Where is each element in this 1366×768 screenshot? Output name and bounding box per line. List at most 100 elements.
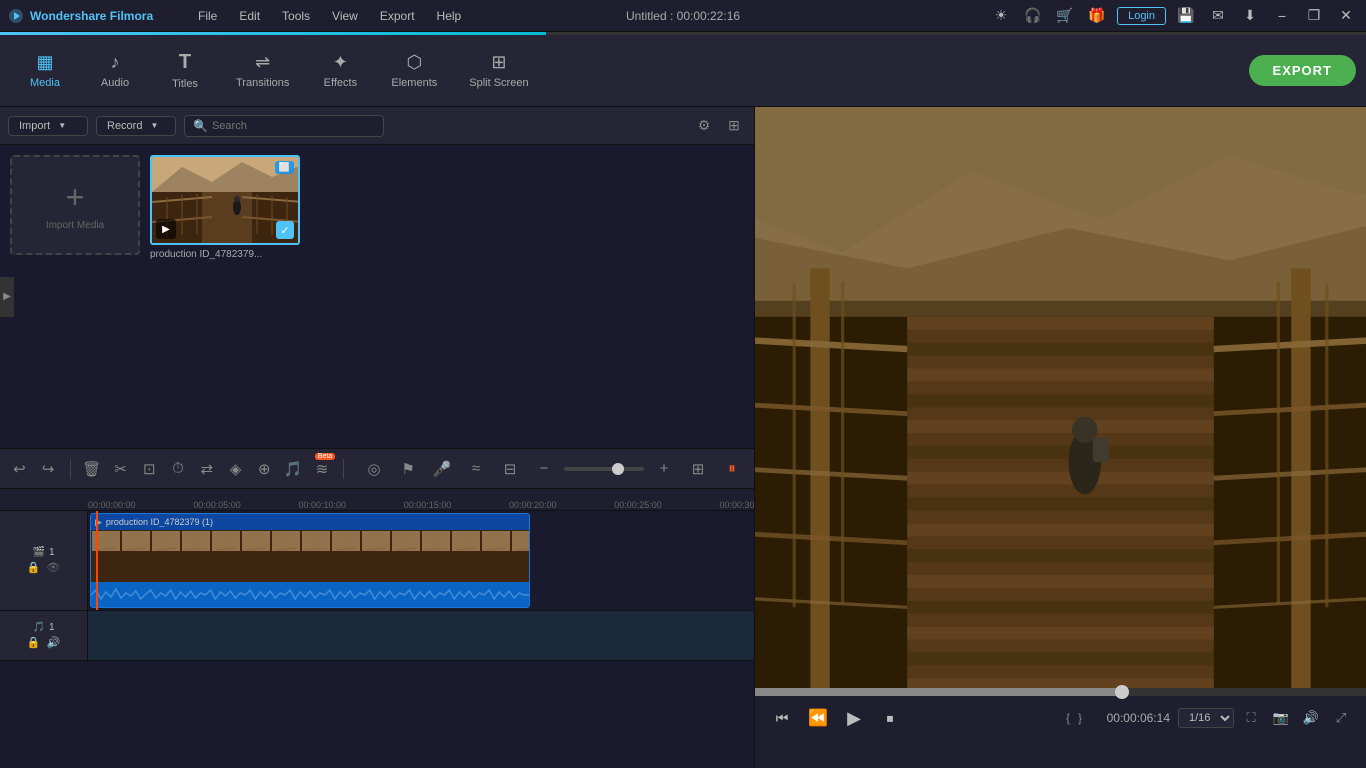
toolbar-effects[interactable]: ✦ Effects — [305, 46, 375, 95]
marker-in-icon[interactable]: { — [1066, 711, 1070, 725]
toolbar-audio[interactable]: ♪ Audio — [80, 46, 150, 95]
window-title: Untitled : 00:00:22:16 — [626, 9, 740, 23]
play-button[interactable]: ▶ — [839, 703, 869, 733]
close-button[interactable]: ✕ — [1334, 4, 1358, 28]
timeline-toolbar: ↩ ↪ 🗑 ✂ ⊡ ⏱ ⇄ ◈ ⊕ 🎵 ≋ Beta ◎ ⚑ — [0, 449, 754, 489]
crop-button[interactable]: ⊡ — [138, 455, 161, 483]
menu-export[interactable]: Export — [370, 5, 425, 27]
redo-button[interactable]: ↪ — [37, 455, 60, 483]
toolbar-media[interactable]: ▦ Media — [10, 46, 80, 95]
menu-view[interactable]: View — [322, 5, 368, 27]
audio-track-content[interactable] — [88, 611, 754, 660]
media-toolbar-right: ⚙ ⊞ — [692, 114, 746, 138]
toolbar-transitions[interactable]: ⇌ Transitions — [220, 46, 305, 95]
gift-icon[interactable]: 🎁 — [1085, 4, 1109, 28]
import-dropdown[interactable]: Import ▼ — [8, 116, 88, 136]
zoom-slider[interactable] — [564, 467, 644, 471]
audio-lock-icon[interactable]: 🔒 — [27, 636, 41, 649]
screenshot-button[interactable]: 📷 — [1268, 705, 1294, 731]
audio-volume-icon[interactable]: 🔊 — [47, 636, 61, 649]
menu-help[interactable]: Help — [427, 5, 472, 27]
video-eye-icon[interactable]: 👁 — [46, 561, 60, 574]
snap-button[interactable]: ◎ — [360, 455, 388, 483]
ruler-tick: 00:00:10:00 — [299, 500, 347, 510]
volume-button[interactable]: 🔊 — [1298, 705, 1324, 731]
search-box[interactable]: 🔍 — [184, 115, 384, 137]
toolbar-elements[interactable]: ⬡ Elements — [375, 46, 453, 95]
toolbar-splitscreen[interactable]: ⊞ Split Screen — [453, 46, 544, 95]
stabilize-button[interactable]: ◈ — [224, 455, 247, 483]
preview-buttons: ⏮ ⏪ ▶ ⏹ { } 00:00:06:14 1/16 1/8 — [755, 696, 1366, 740]
search-input[interactable] — [212, 120, 375, 132]
voiceover-button[interactable]: 🎤 — [428, 455, 456, 483]
title-bar-controls: ☀ 🎧 🛒 🎁 Login 💾 ✉ ⬇ − ❐ ✕ — [989, 4, 1358, 28]
export-button[interactable]: EXPORT — [1249, 55, 1356, 86]
filter-icon[interactable]: ⚙ — [692, 114, 716, 138]
record-arrow-icon: ▼ — [150, 121, 158, 130]
transitions-icon: ⇌ — [255, 52, 270, 73]
speed-button[interactable]: ⏱ — [167, 455, 190, 483]
sun-icon[interactable]: ☀ — [989, 4, 1013, 28]
zoom-track[interactable] — [564, 467, 644, 471]
toolbar-elements-label: Elements — [391, 77, 437, 89]
ai-audio-button[interactable]: ≋ Beta — [310, 455, 333, 483]
video-lock-icon[interactable]: 🔒 — [27, 561, 41, 574]
import-plus-icon: + — [66, 179, 85, 216]
import-media-tile[interactable]: + Import Media — [10, 155, 140, 255]
zoom-in-button[interactable]: + — [650, 455, 678, 483]
toolbar-titles[interactable]: T Titles — [150, 45, 220, 96]
voice-button[interactable]: 🎵 — [282, 455, 305, 483]
expand-button[interactable]: ⤢ — [1328, 705, 1354, 731]
sidebar-expand-arrow[interactable]: ▶ — [0, 277, 14, 317]
titles-icon: T — [179, 51, 191, 74]
effects-button[interactable]: ⊕ — [253, 455, 276, 483]
mirror-button[interactable]: ⇄ — [195, 455, 218, 483]
save-icon[interactable]: 💾 — [1174, 4, 1198, 28]
menu-tools[interactable]: Tools — [272, 5, 320, 27]
play-back-button[interactable]: ⏪ — [803, 703, 833, 733]
import-label: Import — [19, 120, 50, 132]
pause-resume-button[interactable]: ⏸ — [718, 455, 746, 483]
timeline-video-clip[interactable]: ▶ production ID_4782379 (1) — [90, 513, 530, 608]
beta-badge: Beta — [315, 453, 335, 460]
fullscreen-button[interactable]: ⛶ — [1238, 705, 1264, 731]
maximize-button[interactable]: ❐ — [1302, 4, 1326, 28]
record-dropdown[interactable]: Record ▼ — [96, 116, 176, 136]
ruler-tick: 00:00:20:00 — [509, 500, 557, 510]
progress-thumb[interactable] — [1115, 685, 1129, 699]
headphone-icon[interactable]: 🎧 — [1021, 4, 1045, 28]
frames-svg — [91, 530, 529, 582]
prev-frame-button[interactable]: ⏮ — [767, 703, 797, 733]
media-panel: Import ▼ Record ▼ 🔍 ⚙ ⊞ ▶ — [0, 107, 754, 448]
audio-mix-button[interactable]: ≈ — [462, 455, 490, 483]
menu-file[interactable]: File — [188, 5, 227, 27]
delete-button[interactable]: 🗑 — [80, 455, 103, 483]
marker-out-icon[interactable]: } — [1078, 711, 1082, 725]
media-thumbnail[interactable]: ⬜ ▶ ✓ production ID_4782379... — [150, 155, 300, 260]
mail-icon[interactable]: ✉ — [1206, 4, 1230, 28]
audio-icon: ♪ — [111, 52, 120, 73]
preview-area — [755, 107, 1366, 688]
login-button[interactable]: Login — [1117, 7, 1166, 25]
fit-button[interactable]: ⊞ — [684, 455, 712, 483]
undo-button[interactable]: ↩ — [8, 455, 31, 483]
grid-view-icon[interactable]: ⊞ — [722, 114, 746, 138]
zoom-out-button[interactable]: − — [530, 455, 558, 483]
stop-button[interactable]: ⏹ — [875, 703, 905, 733]
menu-edit[interactable]: Edit — [229, 5, 270, 27]
quality-selector[interactable]: 1/16 1/8 1/4 1/2 Full — [1178, 708, 1234, 728]
audio-track-header: 🎵 1 🔒 🔊 — [0, 611, 88, 660]
preview-progress-bar[interactable] — [755, 688, 1366, 696]
zoom-thumb[interactable] — [612, 463, 624, 475]
download-icon[interactable]: ⬇ — [1238, 4, 1262, 28]
cut-button[interactable]: ✂ — [109, 455, 132, 483]
clip-audio-waveform — [91, 582, 529, 607]
subtitle-button[interactable]: ⊟ — [496, 455, 524, 483]
clip-frames — [91, 530, 529, 582]
video-track-content[interactable]: ▶ production ID_4782379 (1) — [88, 511, 754, 610]
minimize-button[interactable]: − — [1270, 4, 1294, 28]
audio-track-label: 1 — [49, 622, 55, 633]
marker-button[interactable]: ⚑ — [394, 455, 422, 483]
toolbar-titles-label: Titles — [172, 78, 198, 90]
cart-icon[interactable]: 🛒 — [1053, 4, 1077, 28]
